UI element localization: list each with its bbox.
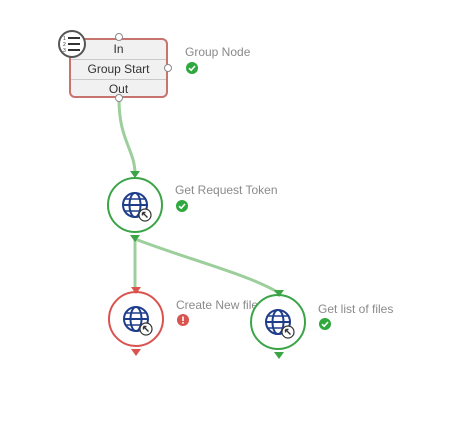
globe-pointer-icon xyxy=(123,306,153,336)
group-node-title: Group Node xyxy=(185,45,251,59)
group-output-port[interactable] xyxy=(115,94,123,102)
node-title: Get list of files xyxy=(318,302,394,316)
connector-token-to-list[interactable] xyxy=(134,237,280,295)
status-ok-icon xyxy=(319,318,331,330)
status-ok-icon xyxy=(176,200,188,212)
input-port-arrow[interactable] xyxy=(131,287,141,294)
node-get-request-token[interactable] xyxy=(107,177,163,233)
group-row-group-start: Group Start xyxy=(71,60,166,80)
connector-group-to-token[interactable] xyxy=(117,99,137,175)
output-port-arrow[interactable] xyxy=(130,235,140,242)
svg-text:3: 3 xyxy=(63,48,66,54)
node-create-new-file[interactable] xyxy=(108,291,164,347)
group-side-port[interactable] xyxy=(164,64,172,72)
node-title: Get Request Token xyxy=(175,183,278,197)
node-get-list-of-files[interactable] xyxy=(250,294,306,350)
output-port-arrow[interactable] xyxy=(131,349,141,356)
output-port-arrow[interactable] xyxy=(274,352,284,359)
input-port-arrow[interactable] xyxy=(274,290,284,297)
status-ok-icon xyxy=(186,62,198,74)
input-port-arrow[interactable] xyxy=(130,171,140,178)
status-error-icon xyxy=(177,314,189,326)
node-title: Create New file xyxy=(176,298,259,312)
numbered-list-icon: 1 2 3 xyxy=(58,30,86,58)
globe-pointer-icon xyxy=(265,309,295,339)
group-input-port[interactable] xyxy=(115,33,123,41)
globe-pointer-icon xyxy=(122,192,152,222)
